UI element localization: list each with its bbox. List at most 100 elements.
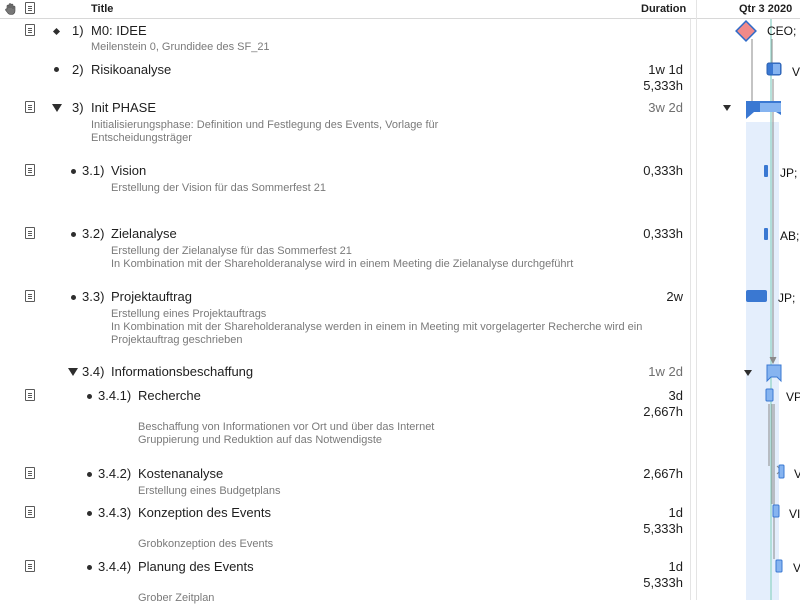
task-bar xyxy=(765,388,774,402)
task-note[interactable]: Erstellung der Zielanalyse für das Somme… xyxy=(111,245,352,258)
task-row[interactable]: 3.2) Zielanalyse Erstellung der Zielanal… xyxy=(0,223,697,285)
task-title[interactable]: Informationsbeschaffung xyxy=(111,364,253,379)
task-bullet xyxy=(87,394,92,399)
work-value: 2,667h xyxy=(643,404,683,419)
task-note[interactable]: Meilenstein 0, Grundidee des SF_21 xyxy=(91,41,270,54)
task-row[interactable]: 3.3) Projektauftrag Erstellung eines Pro… xyxy=(0,286,697,361)
task-duration[interactable]: 0,333h xyxy=(583,226,683,242)
task-note[interactable]: Gruppierung und Reduktion auf das Notwen… xyxy=(138,434,382,447)
task-duration[interactable]: 0,333h xyxy=(583,163,683,179)
task-note[interactable]: In Kombination mit der Shareholderanalys… xyxy=(111,321,642,334)
task-duration[interactable]: 1d 5,333h xyxy=(583,505,683,537)
duration-value: 1d xyxy=(668,505,683,520)
task-title[interactable]: Recherche xyxy=(138,388,201,403)
task-title[interactable]: Vision xyxy=(111,163,146,178)
work-value: 5,333h xyxy=(643,78,683,93)
task-duration[interactable]: 1d 5,333h xyxy=(583,559,683,591)
collapse-triangle-icon xyxy=(723,105,731,111)
resource-label: VI xyxy=(789,507,800,521)
task-row[interactable]: 3.4.2) Kostenanalyse Erstellung eines Bu… xyxy=(0,463,697,502)
task-note[interactable]: Entscheidungsträger xyxy=(91,132,192,145)
note-icon[interactable] xyxy=(25,467,35,479)
title-column-header[interactable]: Title xyxy=(91,3,113,15)
note-icon[interactable] xyxy=(25,560,35,572)
resource-label: V xyxy=(793,561,800,575)
duration-value: 1w 1d xyxy=(648,62,683,77)
resource-label: JP; xyxy=(780,166,798,180)
task-note[interactable]: Grober Zeitplan xyxy=(138,592,214,605)
task-duration[interactable]: 3d 2,667h xyxy=(583,388,683,420)
task-number: 1) xyxy=(72,23,84,38)
task-note[interactable]: Erstellung eines Projektauftrags xyxy=(111,308,266,321)
task-duration[interactable]: 2,667h xyxy=(583,466,683,482)
task-title[interactable]: Init PHASE xyxy=(91,100,156,115)
task-bullet xyxy=(87,565,92,570)
task-bullet xyxy=(87,472,92,477)
note-icon[interactable] xyxy=(25,164,35,176)
resource-label: CEO; xyxy=(767,24,797,38)
task-number: 3.4.3) xyxy=(98,505,132,520)
task-row[interactable]: 3) Init PHASE Initialisierungsphase: Def… xyxy=(0,97,697,159)
task-note[interactable]: Grobkonzeption des Events xyxy=(138,538,273,551)
task-title[interactable]: M0: IDEE xyxy=(91,23,147,38)
work-value: 5,333h xyxy=(643,521,683,536)
task-note[interactable]: In Kombination mit der Shareholderanalys… xyxy=(111,258,573,271)
duration-value: 2w xyxy=(666,289,683,304)
resource-label: V xyxy=(794,467,800,481)
task-duration[interactable]: 2w xyxy=(583,289,683,305)
task-row[interactable]: 3.4) Informationsbeschaffung 1w 2d xyxy=(0,361,697,385)
task-row[interactable]: 3.4.1) Recherche Beschaffung von Informa… xyxy=(0,385,697,463)
task-bullet xyxy=(71,169,76,174)
task-note[interactable]: Beschaffung von Informationen vor Ort un… xyxy=(138,421,434,434)
note-icon[interactable] xyxy=(25,24,35,36)
task-title[interactable]: Projektauftrag xyxy=(111,289,192,304)
duration-value: 1w 2d xyxy=(648,364,683,379)
task-title[interactable]: Kostenanalyse xyxy=(138,466,223,481)
task-number: 2) xyxy=(72,62,84,77)
task-note[interactable]: Initialisierungsphase: Definition und Fe… xyxy=(91,119,438,132)
quarter-label: Qtr 3 2020 xyxy=(739,3,793,15)
gantt-chart: CEO; V JP; AB; JP; VP V VI V xyxy=(697,19,800,600)
task-duration[interactable]: 1w 2d xyxy=(583,364,683,380)
task-outline: 1) M0: IDEE Meilenstein 0, Grundidee des… xyxy=(0,19,697,604)
task-row[interactable]: 1) M0: IDEE Meilenstein 0, Grundidee des… xyxy=(0,19,697,59)
task-title[interactable]: Planung des Events xyxy=(138,559,254,574)
note-icon[interactable] xyxy=(25,2,35,14)
task-title[interactable]: Zielanalyse xyxy=(111,226,177,241)
task-note[interactable]: Projektauftrag geschrieben xyxy=(111,334,242,347)
duration-column-header[interactable]: Duration xyxy=(641,3,686,15)
note-icon[interactable] xyxy=(25,506,35,518)
task-bar xyxy=(775,559,783,573)
task-row[interactable]: 2) Risikoanalyse 1w 1d 5,333h xyxy=(0,59,697,97)
disclosure-triangle[interactable] xyxy=(52,104,62,112)
column-header: Title Duration Qtr 3 2020 xyxy=(0,0,800,19)
task-duration[interactable]: 1w 1d 5,333h xyxy=(583,62,683,94)
milestone-diamond xyxy=(735,20,757,42)
hand-icon[interactable] xyxy=(4,2,17,15)
task-row[interactable]: 3.1) Vision Erstellung der Vision für da… xyxy=(0,160,697,222)
duration-value: 3d xyxy=(668,388,683,403)
task-number: 3.3) xyxy=(82,289,105,304)
task-duration[interactable]: 3w 2d xyxy=(583,100,683,116)
task-bar xyxy=(746,290,767,302)
task-bar xyxy=(764,165,768,177)
task-row[interactable]: 3.4.3) Konzeption des Events Grobkonzept… xyxy=(0,502,697,556)
note-icon[interactable] xyxy=(25,227,35,239)
task-bar xyxy=(778,464,785,479)
task-title[interactable]: Konzeption des Events xyxy=(138,505,271,520)
note-icon[interactable] xyxy=(25,389,35,401)
task-bullet xyxy=(71,295,76,300)
resource-label: JP; xyxy=(778,291,796,305)
note-icon[interactable] xyxy=(25,101,35,113)
duration-value: 0,333h xyxy=(643,163,683,178)
task-note[interactable]: Erstellung der Vision für das Sommerfest… xyxy=(111,182,326,195)
task-title[interactable]: Risikoanalyse xyxy=(91,62,171,77)
task-row[interactable]: 3.4.4) Planung des Events Grober Zeitpla… xyxy=(0,556,697,604)
summary-bar-highlight xyxy=(760,103,781,112)
task-number: 3) xyxy=(72,100,84,115)
task-note[interactable]: Erstellung eines Budgetplans xyxy=(138,485,280,498)
task-bullet xyxy=(87,511,92,516)
note-icon[interactable] xyxy=(25,290,35,302)
disclosure-triangle[interactable] xyxy=(68,368,78,376)
resource-label: V xyxy=(792,65,800,79)
